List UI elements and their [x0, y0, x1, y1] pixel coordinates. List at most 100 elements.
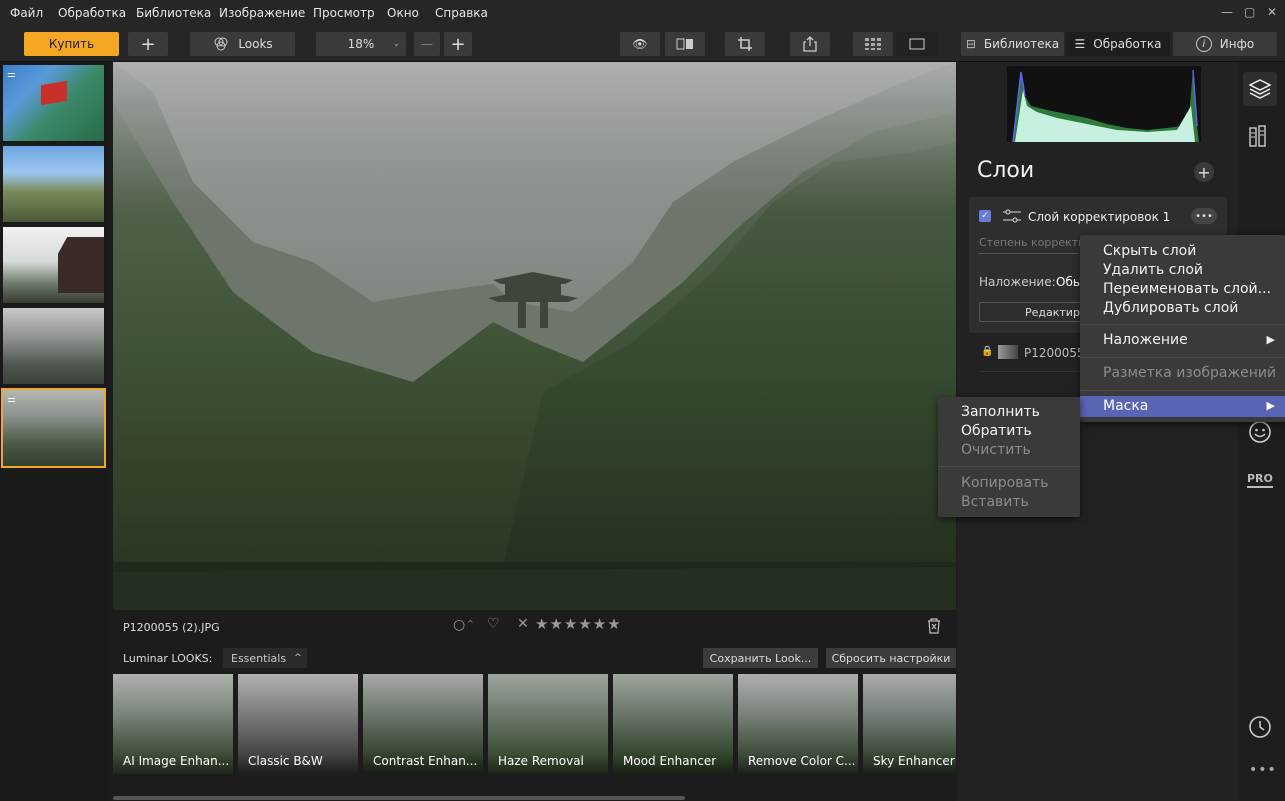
menu-item-copy: Копировать — [961, 475, 1049, 491]
filmstrip: ⚌ ⚌ — [0, 62, 108, 801]
menu-item-rename-layer[interactable]: Переименовать слой... — [1103, 281, 1271, 297]
tab-info[interactable]: i Инфо — [1173, 32, 1277, 56]
look-item[interactable]: Classic B&W — [238, 674, 358, 774]
chevron-up-icon: ^ — [294, 653, 302, 663]
look-item[interactable]: Sky Enhancer — [863, 674, 956, 774]
horizontal-scrollbar[interactable] — [113, 796, 685, 800]
look-item[interactable]: Remove Color C... — [738, 674, 858, 774]
menu-item-paste: Вставить — [961, 494, 1029, 510]
layers-tool-button[interactable] — [1243, 72, 1277, 106]
chevron-up-icon[interactable]: ^ — [467, 619, 474, 628]
edit-mask-button[interactable]: Редактир — [979, 302, 1089, 322]
menu-image[interactable]: Изображение — [219, 6, 305, 20]
tab-library[interactable]: ⊟ Библиотека — [961, 32, 1064, 56]
adjust-badge-icon: ⚌ — [7, 69, 16, 80]
look-item[interactable]: Haze Removal — [488, 674, 608, 774]
eye-icon: 👁 — [632, 37, 648, 51]
minimize-icon[interactable]: — — [1221, 5, 1233, 19]
add-button[interactable]: + — [128, 32, 168, 56]
save-look-button[interactable]: Сохранить Look... — [703, 648, 818, 668]
chevron-down-icon: ⌄ — [392, 39, 400, 49]
look-label: Haze Removal — [498, 754, 584, 768]
look-label: Remove Color C... — [748, 754, 856, 768]
base-layer-name[interactable]: P1200055 — [1024, 346, 1085, 360]
reject-icon[interactable]: ✕ — [517, 616, 529, 632]
star-rating[interactable]: ★★★★★★ — [535, 615, 622, 633]
menu-item-duplicate-layer[interactable]: Дублировать слой — [1103, 300, 1238, 316]
share-button[interactable] — [790, 32, 830, 56]
filmstrip-thumb[interactable] — [3, 308, 104, 384]
zoom-value: 18% — [347, 37, 375, 51]
lock-icon: 🔒 — [981, 346, 994, 357]
filmstrip-thumb[interactable] — [3, 146, 104, 222]
blend-value[interactable]: Обы — [1056, 275, 1082, 289]
layers-icon — [1249, 79, 1271, 99]
reset-button[interactable]: Сбросить настройки — [826, 648, 956, 668]
compare-icon — [676, 38, 693, 50]
zoom-out-button[interactable]: — — [414, 32, 440, 56]
menu-window[interactable]: Окно — [387, 6, 419, 20]
menu-item-mask[interactable]: Маска ▶ — [1080, 396, 1285, 417]
filmstrip-thumb[interactable] — [3, 227, 104, 303]
opacity-label: Степень корректи — [979, 236, 1086, 249]
close-icon[interactable]: ✕ — [1267, 5, 1277, 19]
history-icon[interactable] — [1248, 715, 1272, 739]
zoom-select[interactable]: 18% ⌄ — [316, 32, 406, 56]
menu-separator — [1080, 390, 1285, 391]
looks-label: Looks — [238, 37, 273, 51]
grid-icon — [865, 38, 881, 50]
mask-submenu: Заполнить Обратить Очистить Копировать В… — [938, 397, 1080, 517]
zoom-in-button[interactable]: + — [444, 32, 472, 56]
opacity-slider[interactable] — [979, 253, 1079, 254]
layer-more-button[interactable]: ••• — [1191, 208, 1217, 224]
tool-icon-bar: PRO ••• — [1237, 62, 1285, 801]
maximize-icon[interactable]: ▢ — [1244, 5, 1255, 19]
filmstrip-thumb-selected[interactable]: ⚌ — [1, 388, 106, 468]
menu-item-fill[interactable]: Заполнить — [961, 404, 1040, 420]
main-image[interactable] — [113, 62, 956, 610]
menu-file[interactable]: Файл — [10, 6, 43, 20]
trash-icon[interactable] — [927, 618, 941, 634]
pro-icon[interactable]: PRO — [1247, 472, 1273, 488]
layer-name[interactable]: Слой корректировок 1 — [1028, 210, 1170, 224]
menu-separator — [1080, 324, 1285, 325]
heart-icon[interactable]: ♡ — [487, 616, 500, 632]
layer-visibility-checkbox[interactable]: ✓ — [979, 210, 991, 222]
look-label: Sky Enhancer — [873, 754, 955, 768]
canvas-tool-icon[interactable] — [1248, 124, 1272, 148]
more-icon[interactable]: ••• — [1249, 762, 1277, 778]
looks-bar: Luminar LOOKS: Essentials ^ Сохранить Lo… — [113, 644, 956, 672]
menu-edit[interactable]: Обработка — [58, 6, 126, 20]
face-icon[interactable] — [1248, 420, 1272, 444]
menu-item-blend[interactable]: Наложение — [1103, 332, 1188, 348]
preview-button[interactable]: 👁 — [620, 32, 660, 56]
menu-view[interactable]: Просмотр — [313, 6, 375, 20]
filename: P1200055 (2).JPG — [123, 621, 220, 634]
menu-item-invert[interactable]: Обратить — [961, 423, 1032, 439]
tab-edit[interactable]: ☰ Обработка — [1066, 32, 1170, 56]
grid-view-button[interactable] — [853, 32, 893, 56]
menu-item-markup: Разметка изображений — [1103, 365, 1277, 381]
filmstrip-thumb[interactable]: ⚌ — [3, 65, 104, 141]
look-label: Mood Enhancer — [623, 754, 717, 768]
flag-circle-icon[interactable]: ○ — [453, 617, 465, 633]
compare-button[interactable] — [665, 32, 705, 56]
tab-info-label: Инфо — [1219, 37, 1255, 51]
crop-button[interactable] — [725, 32, 765, 56]
menu-item-delete-layer[interactable]: Удалить слой — [1103, 262, 1203, 278]
info-bar: P1200055 (2).JPG ○ ^ ♡ ✕ ★★★★★★ — [113, 610, 956, 644]
photo-canvas — [113, 62, 956, 610]
look-item[interactable]: AI Image Enhan... — [113, 674, 233, 774]
looks-button[interactable]: Looks — [190, 32, 295, 56]
single-view-icon — [909, 38, 925, 50]
single-view-button[interactable] — [896, 32, 938, 56]
look-item[interactable]: Mood Enhancer — [613, 674, 733, 774]
menu-item-hide-layer[interactable]: Скрыть слой — [1103, 243, 1196, 259]
menu-help[interactable]: Справка — [435, 6, 488, 20]
look-item[interactable]: Contrast Enhan... — [363, 674, 483, 774]
menu-item-mask-label: Маска — [1103, 398, 1149, 414]
menu-library[interactable]: Библиотека — [136, 6, 211, 20]
looks-category-select[interactable]: Essentials ^ — [223, 648, 307, 668]
buy-button[interactable]: Купить — [24, 32, 119, 56]
add-layer-button[interactable]: + — [1194, 162, 1214, 182]
